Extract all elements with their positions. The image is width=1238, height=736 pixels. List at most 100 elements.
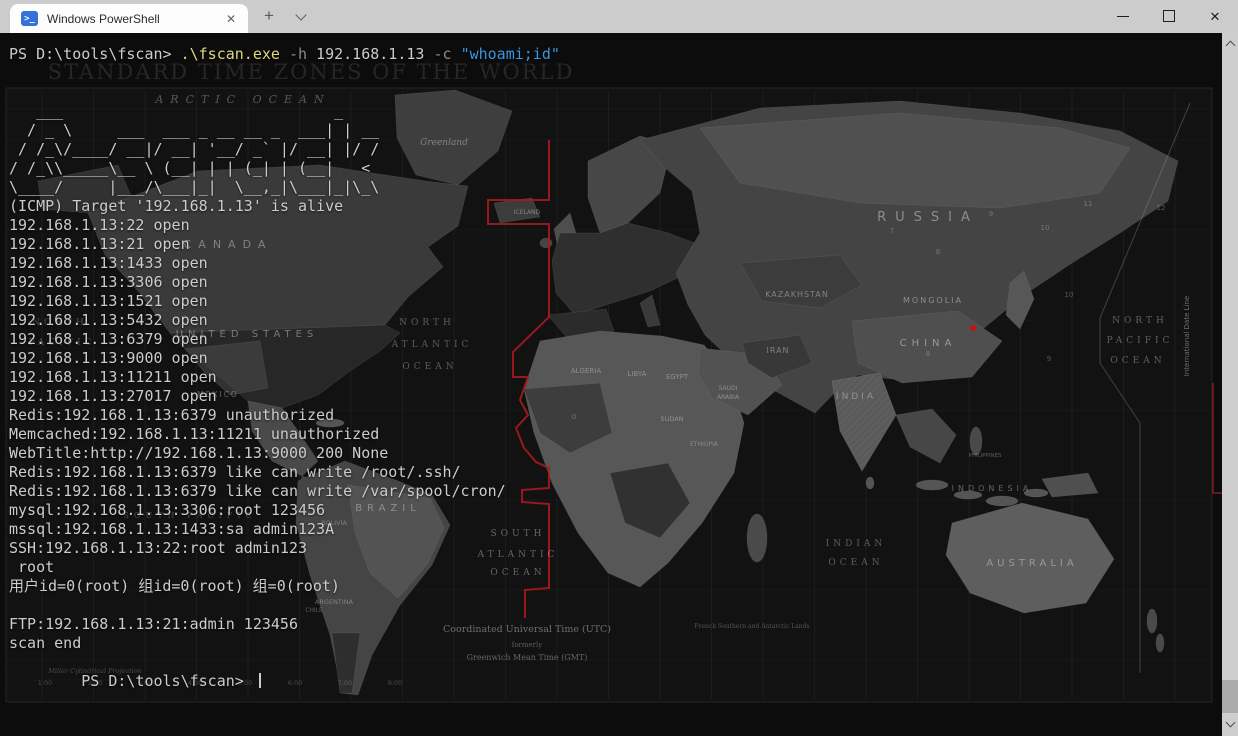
svg-text:SUDAN: SUDAN (660, 415, 683, 423)
terminal-line: 192.168.1.13:27017 open (9, 387, 560, 406)
svg-text:6:00: 6:00 (288, 679, 303, 687)
terminal-line: \____/ |___/\___|_| \__,_|\___|_|\_\ (9, 178, 560, 197)
svg-text:ETHIOPIA: ETHIOPIA (690, 441, 719, 448)
terminal-line: 192.168.1.13:5432 open (9, 311, 560, 330)
svg-text:8: 8 (936, 248, 940, 256)
scrollbar-thumb[interactable] (1222, 680, 1238, 713)
terminal-line: 192.168.1.13:1433 open (9, 254, 560, 273)
maximize-icon (1163, 10, 1175, 22)
terminal-line: Redis:192.168.1.13:6379 like can write /… (9, 463, 560, 482)
close-icon: ✕ (1192, 0, 1238, 33)
terminal-line: root (9, 558, 560, 577)
svg-text:12: 12 (1157, 204, 1166, 212)
chevron-down-icon (1225, 718, 1235, 728)
beijing-red-dot (970, 325, 976, 331)
minimize-button[interactable] (1100, 0, 1146, 33)
powershell-icon: >_ (21, 11, 38, 26)
svg-text:KAZAKHSTAN: KAZAKHSTAN (765, 290, 829, 299)
minimize-icon (1117, 16, 1129, 17)
svg-text:OCEAN: OCEAN (828, 558, 883, 568)
new-tab-button[interactable]: + (255, 0, 283, 33)
terminal-line: 用户id=0(root) 组id=0(root) 组=0(root) (9, 577, 560, 596)
scrollbar-track[interactable] (1222, 33, 1238, 736)
terminal-line: 192.168.1.13:9000 open (9, 349, 560, 368)
terminal-line: Memcached:192.168.1.13:11211 unauthorize… (9, 425, 560, 444)
terminal-viewport[interactable]: STANDARD TIME ZONES OF THE WORLDARCTIC O… (0, 33, 1238, 736)
scroll-down-button[interactable] (1222, 717, 1238, 733)
command-segment (452, 45, 461, 63)
command-segment (280, 45, 289, 63)
terminal-line: / /_\/____/ __|/ __| '__/ _` |/ __| |/ / (9, 140, 560, 159)
tab-close-button[interactable]: ✕ (222, 10, 240, 28)
scroll-up-button[interactable] (1222, 36, 1238, 52)
svg-text:RUSSIA: RUSSIA (877, 210, 979, 225)
svg-text:MONGOLIA: MONGOLIA (903, 296, 963, 305)
svg-text:NORTH: NORTH (1112, 316, 1168, 326)
svg-text:IRAN: IRAN (766, 346, 789, 355)
terminal-line: / /_\\_____\__ \ (__| | | (_| | (__| < (9, 159, 560, 178)
terminal-line: Redis:192.168.1.13:6379 unauthorized (9, 406, 560, 425)
chevron-down-icon (295, 9, 306, 20)
terminal-line: SSH:192.168.1.13:22:root admin123 (9, 539, 560, 558)
svg-text:INDIAN: INDIAN (826, 539, 887, 549)
svg-text:PACIFIC: PACIFIC (1107, 336, 1174, 346)
final-prompt-line: PS D:\tools\fscan> (9, 653, 560, 672)
command-segment: "whoami;id" (461, 45, 560, 63)
svg-text:PHILIPPINES: PHILIPPINES (968, 453, 1002, 459)
terminal-line (9, 83, 560, 102)
tab-dropdown-button[interactable] (287, 0, 315, 33)
svg-text:INDONESIA: INDONESIA (952, 484, 1033, 493)
terminal-line: mysql:192.168.1.13:3306:root 123456 (9, 501, 560, 520)
terminal-line (9, 64, 560, 83)
titlebar[interactable]: >_ Windows PowerShell ✕ + ✕ (0, 0, 1238, 33)
svg-text:INDIA: INDIA (836, 392, 876, 402)
svg-text:LIBYA: LIBYA (628, 370, 647, 378)
svg-text:International Date Line: International Date Line (1183, 296, 1191, 376)
chevron-up-icon (1225, 41, 1235, 51)
svg-text:0: 0 (572, 413, 576, 421)
prompt-text: PS D:\tools\fscan> (81, 672, 253, 690)
terminal-line (9, 596, 560, 615)
svg-text:8:00: 8:00 (388, 679, 403, 687)
terminal-line: WebTitle:http://192.168.1.13:9000 200 No… (9, 444, 560, 463)
maximize-button[interactable] (1146, 0, 1192, 33)
svg-text:8: 8 (926, 350, 930, 358)
svg-text:7: 7 (890, 227, 894, 235)
terminal-line: (ICMP) Target '192.168.1.13' is alive (9, 197, 560, 216)
svg-text:9: 9 (989, 210, 993, 218)
command-segment: .\fscan.exe (181, 45, 280, 63)
terminal-line: 192.168.1.13:21 open (9, 235, 560, 254)
command-segment: -c (433, 45, 451, 63)
text-cursor (259, 673, 261, 688)
terminal-line: 192.168.1.13:11211 open (9, 368, 560, 387)
window-controls: ✕ (1100, 0, 1238, 33)
svg-text:ARABIA: ARABIA (717, 394, 740, 401)
svg-text:CHINA: CHINA (900, 338, 957, 349)
svg-text:7:00: 7:00 (338, 679, 353, 687)
svg-text:French Southern and Antarctic: French Southern and Antarctic Lands (694, 623, 809, 630)
svg-text:EGYPT: EGYPT (666, 373, 689, 381)
command-segment: -h (289, 45, 307, 63)
svg-text:11: 11 (1084, 200, 1093, 208)
command-line: PS D:\tools\fscan> .\fscan.exe -h 192.16… (9, 45, 560, 64)
svg-text:10: 10 (1041, 224, 1050, 232)
svg-text:9: 9 (1047, 355, 1051, 363)
terminal-line: 192.168.1.13:1521 open (9, 292, 560, 311)
terminal-line: / _ \ ___ ___ _ __ __ _ ___| | __ (9, 121, 560, 140)
terminal-window: >_ Windows PowerShell ✕ + ✕ (0, 0, 1238, 736)
command-segment: 192.168.1.13 (307, 45, 433, 63)
terminal-line: 192.168.1.13:22 open (9, 216, 560, 235)
terminal-line: FTP:192.168.1.13:21:admin 123456 (9, 615, 560, 634)
terminal-line: 192.168.1.13:6379 open (9, 330, 560, 349)
svg-text:SAUDI: SAUDI (719, 385, 738, 392)
close-button[interactable]: ✕ (1192, 0, 1238, 33)
svg-text:OCEAN: OCEAN (1110, 356, 1165, 366)
svg-text:ALGERIA: ALGERIA (571, 367, 601, 375)
tab-title: Windows PowerShell (47, 12, 160, 26)
svg-text:10: 10 (1065, 291, 1074, 299)
svg-text:AUSTRALIA: AUSTRALIA (986, 558, 1077, 569)
terminal-line: 192.168.1.13:3306 open (9, 273, 560, 292)
terminal-line: Redis:192.168.1.13:6379 like can write /… (9, 482, 560, 501)
tab-windows-powershell[interactable]: >_ Windows PowerShell ✕ (10, 4, 248, 33)
terminal-line: scan end (9, 634, 560, 653)
